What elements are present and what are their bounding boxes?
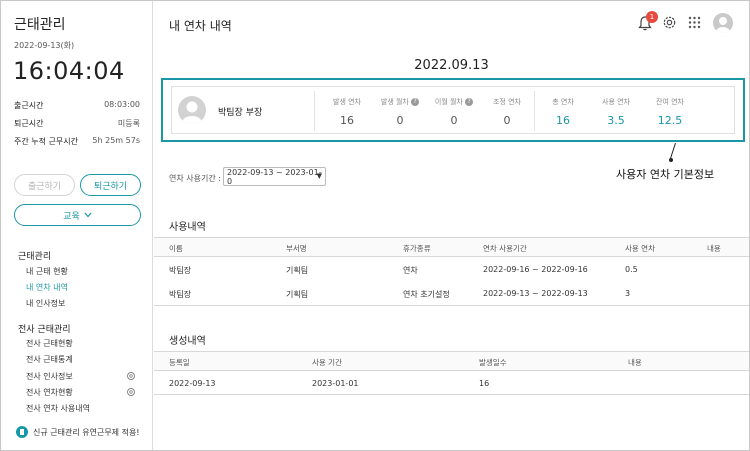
period-label: 연차 사용기간 : (169, 174, 221, 183)
gear-icon[interactable] (126, 387, 136, 397)
usage-col-note: 내용 (707, 244, 721, 253)
creation-row-1-date: 2022-09-13 (169, 379, 216, 388)
user-avatar-icon (716, 17, 730, 33)
stat-value-carried-monthly: 0 (450, 114, 458, 127)
stat-value-total-annual: 16 (556, 114, 570, 127)
nav-item-company-leave-status[interactable]: 전사 연차현황 (26, 387, 73, 398)
stat-label-carried-monthly: 이월 월차 ? (424, 97, 484, 107)
creation-col-date: 등록일 (169, 358, 190, 367)
stat-label-granted-annual: 발생 연차 (333, 98, 361, 106)
stat-label-remaining-annual: 잔여 연차 (656, 98, 684, 106)
summary-date: 2022.09.13 (414, 58, 489, 73)
usage-row-1-used: 0.5 (625, 265, 638, 274)
usage-section-title: 사용내역 (169, 222, 206, 233)
current-date: 2022-09-13(화) (14, 41, 75, 50)
usage-col-dept: 부서명 (286, 244, 307, 253)
checkin-time-value: 08:03:00 (104, 100, 140, 109)
nav-item-company-hr-info[interactable]: 전사 인사정보 (26, 371, 73, 382)
current-clock: 16:04:04 (13, 57, 125, 85)
stat-label-text: 이월 월차 (434, 98, 463, 106)
creation-row-1-days: 16 (479, 379, 490, 388)
usage-row-2-used: 3 (625, 289, 631, 298)
stat-label-adjusted-annual: 조정 연차 (493, 98, 521, 106)
promo-banner[interactable]: 신규 근태관리 유연근무제 적용! (16, 426, 140, 438)
divider (154, 256, 749, 257)
nav-item-my-hr-info[interactable]: 내 인사정보 (26, 298, 65, 309)
stat-label-text: 발생 월차 (380, 98, 409, 106)
chevron-down-icon: ▼ (316, 172, 322, 180)
usage-row-2-type: 연차 초기설정 (403, 290, 450, 299)
employee-name: 박팀장 부장 (218, 108, 263, 118)
divider (154, 305, 749, 306)
education-dropdown-button[interactable]: 교육 (14, 204, 141, 226)
creation-col-days: 발생일수 (479, 358, 507, 367)
stat-value-granted-annual: 16 (340, 114, 354, 127)
usage-row-1-dept: 기획팀 (286, 266, 309, 275)
help-icon[interactable]: ? (411, 98, 420, 106)
usage-row-1-name: 박팀장 (169, 266, 192, 275)
weekly-hours-label: 주간 누적 근무시간 (14, 137, 78, 146)
nav-item-company-leave-usage[interactable]: 전사 연차 사용내역 (26, 403, 90, 414)
checkout-button[interactable]: 퇴근하기 (80, 174, 141, 196)
checkout-time-label: 퇴근시간 (14, 119, 44, 128)
period-select[interactable]: 2022-09-13 ~ 2023-01-0 ▼ (223, 167, 326, 186)
user-icon (182, 101, 202, 124)
nav-item-company-attendance-stats[interactable]: 전사 근태통계 (26, 354, 73, 365)
main-content: 내 연차 내역 1 2022.09.13 박팀장 부장 발생 연차 16 발생 … (154, 1, 749, 450)
period-select-value: 2022-09-13 ~ 2023-01-0 (227, 167, 322, 186)
weekly-hours-value: 5h 25m 57s (92, 136, 140, 145)
notification-badge: 1 (646, 11, 658, 23)
sidebar-title: 근태관리 (14, 17, 66, 33)
checkout-time-value: 미등록 (117, 119, 140, 128)
sidebar: 근태관리 2022-09-13(화) 16:04:04 출근시간 08:03:0… (1, 1, 153, 450)
gear-icon[interactable] (126, 371, 136, 381)
stat-value-used-annual: 3.5 (607, 114, 625, 127)
usage-col-used: 사용 연차 (625, 244, 655, 253)
nav-item-my-leave[interactable]: 내 연차 내역 (26, 282, 68, 293)
divider (154, 394, 749, 395)
usage-row-2-period: 2022-09-13 ~ 2022-09-13 (483, 289, 588, 298)
divider (314, 91, 315, 131)
checkin-time-label: 출근시간 (14, 101, 44, 110)
chevron-down-icon (84, 212, 92, 218)
bookmark-icon (16, 426, 28, 438)
stat-value-adjusted-annual: 0 (503, 114, 511, 127)
nav-item-my-attendance[interactable]: 내 근태 현황 (26, 266, 68, 277)
usage-row-1-period: 2022-09-16 ~ 2022-09-16 (483, 265, 588, 274)
promo-text: 신규 근태관리 유연근무제 적용! (33, 427, 140, 437)
usage-col-period: 연차 사용기간 (483, 244, 527, 253)
creation-col-note: 내용 (628, 358, 642, 367)
divider (154, 370, 749, 371)
help-icon[interactable]: ? (465, 98, 474, 106)
education-label: 교육 (63, 211, 80, 222)
callout-dot (669, 158, 673, 162)
stat-label-granted-monthly: 발생 월차 ? (370, 97, 430, 107)
stat-value-remaining-annual: 12.5 (657, 114, 683, 127)
usage-col-type: 휴가종류 (403, 244, 431, 253)
page-title: 내 연차 내역 (169, 19, 232, 33)
nav-group-company-attendance: 전사 근태관리 (18, 325, 71, 335)
usage-row-2-name: 박팀장 (169, 290, 192, 299)
user-avatar[interactable] (713, 13, 733, 33)
apps-grid-icon[interactable] (688, 16, 701, 29)
stat-label-total-annual: 총 연차 (552, 98, 574, 106)
stat-label-used-annual: 사용 연차 (602, 98, 630, 106)
nav-item-company-attendance-status[interactable]: 전사 근태현황 (26, 338, 73, 349)
creation-table-header (154, 352, 749, 370)
callout-label: 사용자 연차 기본정보 (616, 168, 715, 181)
usage-col-name: 이름 (169, 244, 183, 253)
profile-avatar (178, 96, 206, 124)
stat-value-granted-monthly: 0 (396, 114, 404, 127)
checkin-button[interactable]: 출근하기 (14, 174, 75, 196)
creation-col-period: 사용 기간 (312, 358, 342, 367)
usage-row-1-type: 연차 (403, 266, 418, 275)
usage-row-2-dept: 기획팀 (286, 290, 309, 299)
creation-row-1-period: 2023-01-01 (312, 379, 359, 388)
creation-section-title: 생성내역 (169, 336, 206, 347)
nav-group-attendance: 근태관리 (18, 252, 52, 262)
gear-icon[interactable] (662, 15, 677, 30)
usage-table-header (154, 238, 749, 256)
